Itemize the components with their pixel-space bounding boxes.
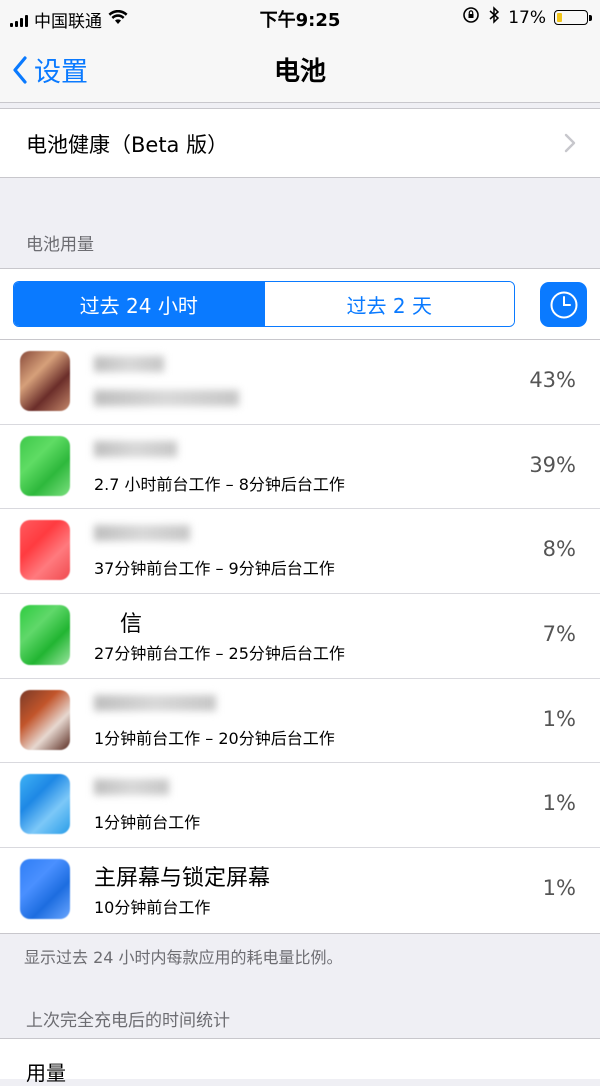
battery-icon: [554, 10, 592, 25]
navigation-bar: 设置 电池: [0, 34, 600, 103]
app-usage-detail: 10分钟前台工作: [94, 898, 211, 918]
obscured-app-name: [94, 525, 190, 542]
battery-health-label: 电池健康（Beta 版）: [26, 133, 229, 157]
app-usage-detail: 37分钟前台工作 – 9分钟后台工作: [94, 559, 335, 579]
app-name: 信: [120, 612, 143, 638]
app-icon: [20, 605, 70, 666]
segment-last-2-days[interactable]: 过去 2 天: [263, 282, 514, 326]
app-usage-row[interactable]: 主屏幕与锁定屏幕 10分钟前台工作 1%: [0, 847, 600, 932]
app-usage-percent: 39%: [529, 452, 576, 477]
app-usage-detail: 27分钟前台工作 – 25分钟后台工作: [94, 644, 345, 664]
app-icon: [20, 520, 70, 581]
app-usage-detail: 2.7 小时前台工作 – 8分钟后台工作: [94, 474, 345, 494]
battery-usage-header: 电池用量: [26, 235, 94, 255]
app-usage-percent: 8%: [542, 537, 576, 562]
time-range-segmented-control: 过去 24 小时 过去 2 天: [13, 281, 515, 327]
activity-toggle-button[interactable]: [540, 282, 587, 327]
app-name: 主屏幕与锁定屏幕: [94, 866, 271, 892]
app-usage-percent: 1%: [542, 706, 576, 731]
battery-percent: 17%: [508, 7, 546, 28]
segment-last-24-hours[interactable]: 过去 24 小时: [14, 282, 264, 326]
orientation-lock-icon: [462, 6, 480, 29]
usage-footer-note: 显示过去 24 小时内每款应用的耗电量比例。: [24, 948, 343, 967]
app-usage-percent: 1%: [542, 791, 576, 816]
app-usage-percent: 7%: [542, 622, 576, 647]
app-icon: [20, 689, 70, 750]
battery-usage-panel: 过去 24 小时 过去 2 天 43% 2.7 小时前台工作 – 8分钟后台工作 3…: [0, 268, 600, 934]
obscured-app-name: [94, 440, 177, 457]
bluetooth-icon: [488, 6, 500, 29]
app-usage-detail: 1分钟前台工作 – 20分钟后台工作: [94, 728, 335, 748]
clock-icon: [550, 291, 577, 318]
chevron-right-icon: [564, 133, 576, 153]
battery-health-cell[interactable]: 电池健康（Beta 版）: [0, 108, 600, 178]
usage-stat-label: 用量: [26, 1061, 66, 1085]
app-icon: [20, 774, 70, 835]
app-usage-detail: 1分钟前台工作: [94, 813, 201, 833]
app-usage-percent: 1%: [542, 876, 576, 901]
app-icon: [20, 859, 70, 920]
app-usage-row[interactable]: 信 27分钟前台工作 – 25分钟后台工作 7%: [0, 593, 600, 678]
app-icon: [20, 435, 70, 496]
app-usage-row[interactable]: 1分钟前台工作 – 20分钟后台工作 1%: [0, 677, 600, 763]
since-full-charge-header: 上次完全充电后的时间统计: [26, 1011, 230, 1031]
page-title: 电池: [273, 57, 326, 87]
app-usage-row[interactable]: 43%: [0, 339, 600, 424]
app-usage-list: 43% 2.7 小时前台工作 – 8分钟后台工作 39% 37分钟前台工作 – 9分钟…: [0, 339, 600, 932]
obscured-app-name: [94, 779, 169, 796]
status-right: 17%: [462, 6, 592, 29]
app-usage-row[interactable]: 37分钟前台工作 – 9分钟后台工作 8%: [0, 508, 600, 593]
usage-stat-cell: 用量: [0, 1038, 600, 1085]
status-bar: 中国联通 下午9:25 17%: [0, 0, 600, 34]
obscured-app-name: [94, 694, 216, 711]
obscured-app-name: [94, 356, 164, 372]
app-usage-row[interactable]: 1分钟前台工作 1%: [0, 762, 600, 847]
app-icon: [20, 351, 70, 411]
app-usage-row[interactable]: 2.7 小时前台工作 – 8分钟后台工作 39%: [0, 423, 600, 509]
app-usage-percent: 43%: [529, 368, 576, 392]
obscured-app-detail: [94, 390, 239, 406]
